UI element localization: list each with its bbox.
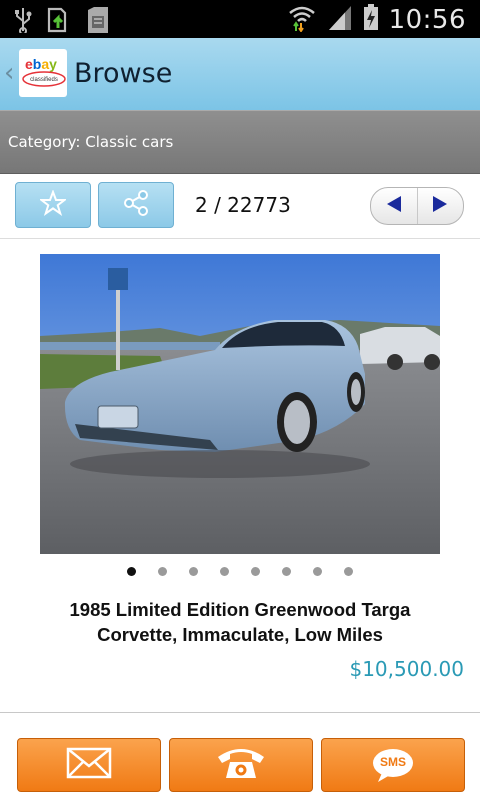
photo-dot[interactable] [189,567,198,576]
category-label: Category: Classic cars [8,133,174,151]
email-button[interactable] [17,738,161,792]
sd-card-icon [86,6,110,39]
status-bar: 10:56 [0,0,480,38]
battery-charging-icon [363,3,379,36]
listing-photo[interactable] [40,254,440,554]
svg-text:classifieds: classifieds [30,77,58,83]
share-button[interactable] [98,182,174,228]
photo-dot[interactable] [313,567,322,576]
status-left-icons [14,6,110,39]
arrow-left-icon [385,195,403,218]
previous-button[interactable] [371,188,417,224]
photo-dot[interactable] [344,567,353,576]
page-title: Browse [74,58,173,89]
action-bar: ‹ ebay classifieds Browse [0,38,480,111]
signal-icon [327,3,353,36]
upload-icon [46,6,72,39]
divider [0,712,480,713]
status-time: 10:56 [388,4,466,35]
photo-dot[interactable] [220,567,229,576]
sms-bubble-icon: SMS [371,747,415,783]
category-bar: Category: Classic cars [0,110,480,175]
listing-title: 1985 Limited Edition Greenwood Targa Cor… [69,599,411,645]
call-button[interactable] [169,738,313,792]
app-logo[interactable]: ebay classifieds [19,49,67,97]
chevron-left-icon[interactable]: ‹ [4,58,14,88]
svg-text:ebay: ebay [25,56,57,72]
sms-button[interactable]: SMS [321,738,465,792]
listing-counter: 2 / 22773 [195,193,291,217]
listing-price: $10,500.00 [349,657,464,681]
star-icon [38,188,68,221]
telephone-icon [216,745,266,786]
share-icon [122,189,150,222]
envelope-icon [66,747,112,784]
listing-toolbar: 2 / 22773 [0,174,480,239]
photo-dot[interactable] [158,567,167,576]
status-right-icons: 10:56 [287,2,466,37]
favorite-button[interactable] [15,182,91,228]
photo-dot[interactable] [282,567,291,576]
pager-control [370,187,464,225]
photo-dot[interactable] [127,567,136,576]
wifi-icon [287,2,317,37]
photo-dot[interactable] [251,567,260,576]
arrow-right-icon [431,195,449,218]
usb-icon [14,7,32,38]
next-button[interactable] [416,188,464,224]
sms-label: SMS [379,755,406,769]
photo-pager-dots [0,567,480,581]
